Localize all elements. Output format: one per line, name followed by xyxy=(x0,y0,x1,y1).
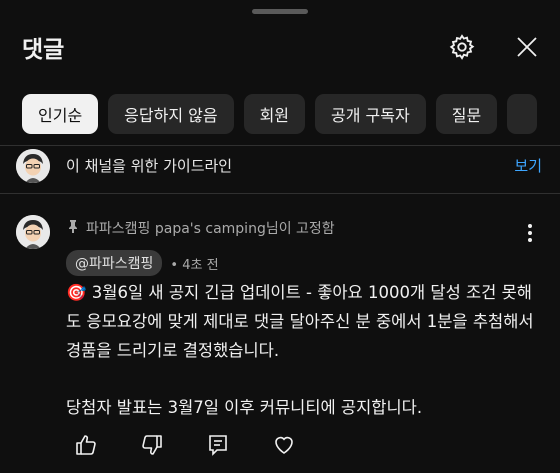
filter-chips: 인기순 응답하지 않음 회원 공개 구독자 질문 xyxy=(22,94,538,134)
comment-actions xyxy=(64,430,328,460)
reply-icon[interactable] xyxy=(196,430,240,460)
pinned-text: 파파스캠핑 papa's camping님이 고정함 xyxy=(86,221,335,237)
gear-icon[interactable] xyxy=(446,31,478,63)
divider xyxy=(0,145,560,146)
comment-body: 🎯 3월6일 새 공지 긴급 업데이트 - 좋아요 1000개 달성 조건 못해… xyxy=(66,278,536,422)
chip-more[interactable] xyxy=(507,94,538,134)
comment-paragraph: 🎯 3월6일 새 공지 긴급 업데이트 - 좋아요 1000개 달성 조건 못해… xyxy=(66,283,534,360)
drag-handle[interactable] xyxy=(252,9,308,14)
chip-members[interactable]: 회원 xyxy=(243,94,306,134)
dislike-icon[interactable] xyxy=(130,430,174,460)
like-icon[interactable] xyxy=(64,430,108,460)
comment-meta: @파파스캠핑 • 4초 전 xyxy=(66,250,219,276)
chip-questions[interactable]: 질문 xyxy=(435,94,498,134)
more-options-icon[interactable] xyxy=(520,220,540,246)
chip-public-subscribers[interactable]: 공개 구독자 xyxy=(315,94,426,134)
chip-unanswered[interactable]: 응답하지 않음 xyxy=(108,94,234,134)
chip-popular[interactable]: 인기순 xyxy=(22,94,99,134)
guidelines-link[interactable]: 보기 xyxy=(514,155,542,176)
pinned-label: 파파스캠핑 papa's camping님이 고정함 xyxy=(66,218,335,238)
comment-time: • 4초 전 xyxy=(170,257,219,273)
close-icon[interactable] xyxy=(511,31,543,63)
heart-icon[interactable] xyxy=(262,430,306,460)
page-title: 댓글 xyxy=(22,37,65,63)
divider xyxy=(0,193,560,194)
pin-icon xyxy=(66,219,80,237)
avatar[interactable] xyxy=(16,149,50,183)
comment-paragraph: 당첨자 발표는 3월7일 이후 커뮤니티에 공지합니다. xyxy=(66,398,423,417)
avatar[interactable] xyxy=(16,215,50,249)
author-name[interactable]: @파파스캠핑 xyxy=(66,250,163,276)
guidelines-text: 이 채널을 위한 가이드라인 xyxy=(66,157,233,175)
